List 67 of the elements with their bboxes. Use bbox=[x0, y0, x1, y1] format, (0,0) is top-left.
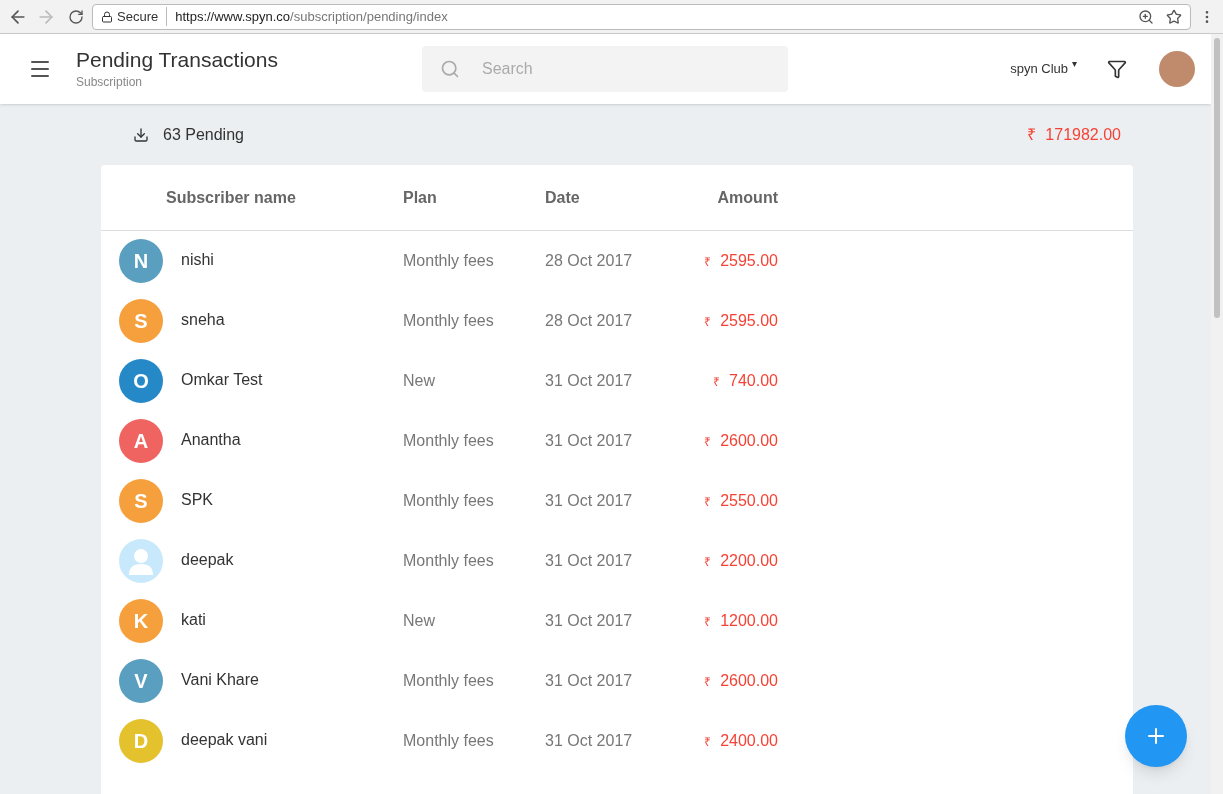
filter-icon[interactable] bbox=[1107, 59, 1127, 79]
plan-cell-text: Monthly fees bbox=[403, 671, 495, 691]
pending-count: 63 Pending bbox=[163, 124, 244, 145]
date-cell-text: 31 Oct 2017 bbox=[545, 671, 634, 691]
date-cell-text: 31 Oct 2017 bbox=[545, 371, 634, 391]
column-header[interactable]: Subscriber name bbox=[166, 185, 403, 210]
subscriber-name: Anantha bbox=[181, 430, 242, 450]
plan-cell-text: New bbox=[403, 371, 436, 391]
plan-cell-text: Monthly fees bbox=[403, 311, 495, 331]
secure-label: Secure bbox=[117, 6, 168, 27]
amount-cell-text: ₹ 2400.00 bbox=[703, 731, 778, 751]
zoom-icon[interactable] bbox=[1138, 8, 1154, 25]
subscriber-name: SPK bbox=[181, 490, 214, 510]
total-amount: ₹ 171982.00 bbox=[1027, 124, 1121, 145]
date-cell-text: 31 Oct 2017 bbox=[545, 731, 634, 751]
amount-cell-text: ₹ 1200.00 bbox=[703, 611, 778, 631]
initial-avatar: O bbox=[119, 359, 163, 403]
user-avatar[interactable] bbox=[1159, 51, 1195, 87]
amount-cell-text: ₹ 2600.00 bbox=[703, 671, 778, 691]
amount-cell-text: ₹ 2595.00 bbox=[703, 251, 778, 271]
date-cell-text: 28 Oct 2017 bbox=[545, 251, 634, 271]
page-subtitle: Subscription bbox=[76, 74, 144, 92]
page-title: Pending Transactions bbox=[76, 46, 279, 73]
search-field[interactable]: Search bbox=[422, 46, 788, 92]
subscriber-name: deepak bbox=[181, 550, 235, 570]
reload-icon[interactable] bbox=[68, 8, 84, 25]
plan-cell-text: Monthly fees bbox=[403, 491, 495, 511]
club-dropdown[interactable]: spyn Club ▾ bbox=[1010, 59, 1077, 79]
plan-cell-text: Monthly fees bbox=[403, 251, 495, 271]
subscriber-name: Vani Khare bbox=[181, 670, 260, 690]
download-icon[interactable] bbox=[133, 126, 149, 143]
initial-avatar: D bbox=[119, 719, 163, 763]
search-icon bbox=[440, 59, 460, 79]
subscriber-name: sneha bbox=[181, 310, 226, 330]
amount-cell-text: ₹ 2200.00 bbox=[703, 551, 778, 571]
initial-avatar: N bbox=[119, 239, 163, 283]
date-cell-text: 31 Oct 2017 bbox=[545, 491, 634, 511]
scrollbar[interactable] bbox=[1211, 34, 1223, 794]
bookmark-star-icon[interactable] bbox=[1166, 8, 1182, 25]
date-cell-text: 31 Oct 2017 bbox=[545, 551, 634, 571]
column-header[interactable]: Date bbox=[545, 185, 665, 210]
plan-cell-text: Monthly fees bbox=[403, 731, 495, 751]
date-cell-text: 31 Oct 2017 bbox=[545, 611, 634, 631]
initial-avatar: V bbox=[119, 659, 163, 703]
add-button[interactable] bbox=[1125, 705, 1187, 767]
initial-avatar: S bbox=[119, 479, 163, 523]
initial-avatar: K bbox=[119, 599, 163, 643]
amount-cell-text: ₹ 2595.00 bbox=[703, 311, 778, 331]
lock-icon bbox=[101, 10, 113, 23]
subscriber-name: kati bbox=[181, 610, 207, 630]
initial-avatar: A bbox=[119, 419, 163, 463]
amount-cell-text: ₹ 2600.00 bbox=[703, 431, 778, 451]
url-text: https://www.spyn.co/subscription/pending/index bbox=[174, 7, 448, 26]
initial-avatar: S bbox=[119, 299, 163, 343]
column-header[interactable]: Amount bbox=[665, 185, 778, 210]
plan-cell-text: Monthly fees bbox=[403, 431, 495, 451]
plan-cell-text: New bbox=[403, 611, 436, 631]
address-bar[interactable]: Secure https://www.spyn.co/subscription/pending/index bbox=[92, 3, 1191, 30]
amount-cell-text: ₹ 740.00 bbox=[712, 371, 778, 391]
subscriber-name: Omkar Test bbox=[181, 370, 264, 390]
column-header[interactable]: Plan bbox=[403, 185, 545, 210]
plan-cell-text: Monthly fees bbox=[403, 551, 495, 571]
date-cell-text: 28 Oct 2017 bbox=[545, 311, 634, 331]
date-cell-text: 31 Oct 2017 bbox=[545, 431, 634, 451]
subscriber-name: deepak vani bbox=[181, 730, 269, 750]
amount-cell-text: ₹ 2550.00 bbox=[703, 491, 778, 511]
subscriber-name: nishi bbox=[181, 250, 215, 270]
